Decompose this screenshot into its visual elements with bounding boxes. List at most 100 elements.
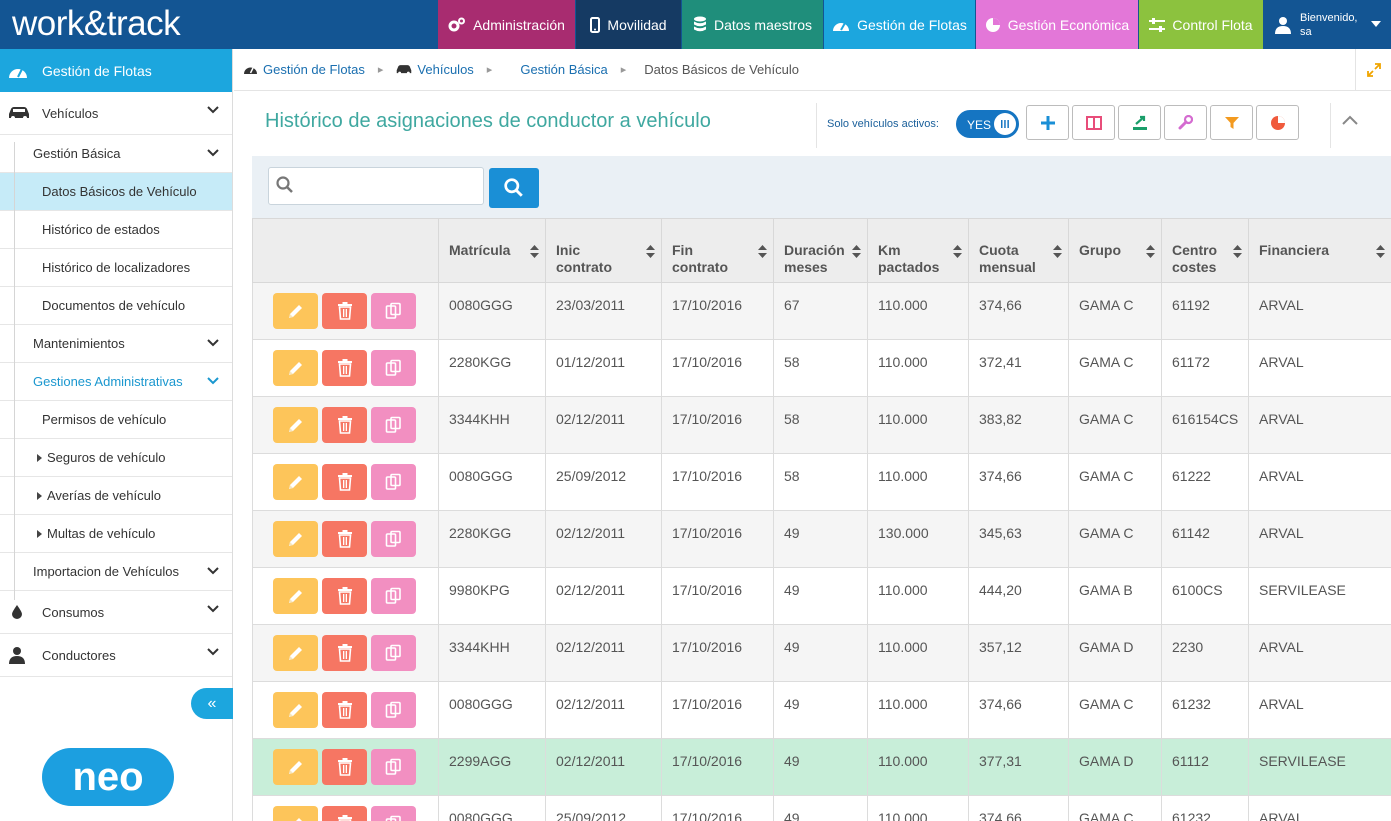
delete-button[interactable] xyxy=(322,635,367,671)
tab-gestion-economica[interactable]: Gestión Económica xyxy=(976,0,1138,49)
sidebar-item-datos-basicos[interactable]: Datos Básicos de Vehículo xyxy=(0,173,232,211)
sidebar-item-consumos[interactable]: Consumos xyxy=(0,591,232,634)
delete-button[interactable] xyxy=(322,806,367,821)
delete-button[interactable] xyxy=(322,464,367,500)
expand-button[interactable] xyxy=(1355,49,1391,91)
collapse-sidebar-button[interactable]: « xyxy=(191,688,233,719)
table-row[interactable]: 0080GGG 23/03/2011 17/10/2016 67 110.000 374,… xyxy=(252,282,1391,340)
copy-button[interactable] xyxy=(371,293,416,329)
delete-button[interactable] xyxy=(322,692,367,728)
table-cell: 02/12/2011 xyxy=(545,510,662,568)
column-header[interactable]: Centro costes xyxy=(1161,218,1249,283)
sidebar-item-historico-localizadores[interactable]: Histórico de localizadores xyxy=(0,249,232,287)
edit-button[interactable] xyxy=(273,350,318,386)
breadcrumb-gestion-flotas[interactable]: Gestión de Flotas xyxy=(243,62,365,77)
copy-button[interactable] xyxy=(371,464,416,500)
sidebar-item-documentos[interactable]: Documentos de vehículo xyxy=(0,287,232,325)
add-button[interactable] xyxy=(1026,105,1069,140)
active-vehicles-toggle[interactable]: YES xyxy=(956,110,1019,138)
search-input[interactable] xyxy=(268,167,484,205)
edit-button[interactable] xyxy=(273,806,318,821)
column-header[interactable]: Financiera xyxy=(1248,218,1391,283)
column-header[interactable]: Matrícula xyxy=(438,218,546,283)
chart-button[interactable] xyxy=(1256,105,1299,140)
column-header[interactable]: Duración meses xyxy=(773,218,868,283)
column-label: Fin contrato xyxy=(672,242,728,275)
table-cell: 17/10/2016 xyxy=(661,339,774,397)
sidebar-item-gestiones-administrativas[interactable]: Gestiones Administrativas xyxy=(0,363,232,401)
tab-control-flota[interactable]: Control Flota xyxy=(1139,0,1263,49)
copy-button[interactable] xyxy=(371,749,416,785)
edit-button[interactable] xyxy=(273,407,318,443)
tab-movilidad[interactable]: Movilidad xyxy=(576,0,681,49)
delete-button[interactable] xyxy=(322,350,367,386)
user-icon xyxy=(1275,16,1291,34)
copy-button[interactable] xyxy=(371,578,416,614)
settings-button[interactable] xyxy=(1164,105,1207,140)
copy-button[interactable] xyxy=(371,635,416,671)
expand-icon xyxy=(1366,63,1381,77)
edit-button[interactable] xyxy=(273,692,318,728)
table-cell: 2280KGG xyxy=(438,510,546,568)
copy-button[interactable] xyxy=(371,806,416,821)
sort-icon xyxy=(852,245,861,258)
tab-datos-maestros[interactable]: Datos maestros xyxy=(682,0,823,49)
sidebar-item-label: Importacion de Vehículos xyxy=(33,564,179,579)
delete-button[interactable] xyxy=(322,407,367,443)
breadcrumb-gestion-basica[interactable]: Gestión Básica xyxy=(520,62,607,77)
sidebar-item-historico-estados[interactable]: Histórico de estados xyxy=(0,211,232,249)
copy-button[interactable] xyxy=(371,692,416,728)
table-row[interactable]: 2280KGG 02/12/2011 17/10/2016 49 130.000 345,… xyxy=(252,510,1391,568)
copy-button[interactable] xyxy=(371,407,416,443)
table-row[interactable]: 3344KHH 02/12/2011 17/10/2016 58 110.000 383,… xyxy=(252,396,1391,454)
sidebar-item-vehiculos[interactable]: Vehículos xyxy=(0,92,232,135)
sidebar-item-importacion[interactable]: Importacion de Vehículos xyxy=(0,553,232,591)
edit-button[interactable] xyxy=(273,578,318,614)
table-row[interactable]: 2299AGG 02/12/2011 17/10/2016 49 110.000 377,… xyxy=(252,738,1391,796)
edit-button[interactable] xyxy=(273,635,318,671)
copy-button[interactable] xyxy=(371,521,416,557)
sidebar: Gestión de Flotas Vehículos Gestión Bási… xyxy=(0,49,233,821)
search-button[interactable] xyxy=(489,168,539,208)
pencil-icon xyxy=(288,419,302,432)
column-header[interactable]: Cuota mensual xyxy=(968,218,1069,283)
table-row[interactable]: 9980KPG 02/12/2011 17/10/2016 49 110.000 444,… xyxy=(252,567,1391,625)
tab-gestion-de-flotas[interactable]: Gestión de Flotas xyxy=(824,0,975,49)
chevron-up-icon[interactable] xyxy=(1342,115,1358,125)
sidebar-item-averias[interactable]: Averías de vehículo xyxy=(0,477,232,515)
edit-button[interactable] xyxy=(273,749,318,785)
filter-button[interactable] xyxy=(1210,105,1253,140)
copy-button[interactable] xyxy=(371,350,416,386)
sidebar-item-mantenimientos[interactable]: Mantenimientos xyxy=(0,325,232,363)
sidebar-item-multas[interactable]: Multas de vehículo xyxy=(0,515,232,553)
table-cell: 49 xyxy=(773,795,868,821)
delete-button[interactable] xyxy=(322,521,367,557)
sidebar-item-permisos[interactable]: Permisos de vehículo xyxy=(0,401,232,439)
delete-button[interactable] xyxy=(322,578,367,614)
edit-button[interactable] xyxy=(273,521,318,557)
table-row[interactable]: 0080GGG 25/09/2012 17/10/2016 58 110.000 374,… xyxy=(252,453,1391,511)
column-header[interactable]: Grupo xyxy=(1068,218,1162,283)
user-menu[interactable]: Bienvenido, sa xyxy=(1264,0,1391,49)
table-row[interactable]: 3344KHH 02/12/2011 17/10/2016 49 110.000 357,… xyxy=(252,624,1391,682)
delete-button[interactable] xyxy=(322,749,367,785)
column-header[interactable]: Fin contrato xyxy=(661,218,774,283)
sidebar-header[interactable]: Gestión de Flotas xyxy=(0,49,232,92)
delete-button[interactable] xyxy=(322,293,367,329)
column-header[interactable]: Km pactados xyxy=(867,218,969,283)
table-row[interactable]: 0080GGG 02/12/2011 17/10/2016 49 110.000 374,… xyxy=(252,681,1391,739)
edit-button[interactable] xyxy=(273,293,318,329)
tab-administracion[interactable]: Administración xyxy=(438,0,575,49)
columns-button[interactable] xyxy=(1072,105,1115,140)
sidebar-item-gestion-basica[interactable]: Gestión Básica xyxy=(0,135,232,173)
table-row[interactable]: 2280KGG 01/12/2011 17/10/2016 58 110.000 372,… xyxy=(252,339,1391,397)
column-header[interactable]: Inic contrato xyxy=(545,218,662,283)
sidebar-item-seguros[interactable]: Seguros de vehículo xyxy=(0,439,232,477)
sidebar-item-conductores[interactable]: Conductores xyxy=(0,634,232,677)
edit-button[interactable] xyxy=(273,464,318,500)
export-button[interactable] xyxy=(1118,105,1161,140)
pencil-icon xyxy=(288,704,302,717)
table-row[interactable]: 0080GGG 25/09/2012 17/10/2016 49 110.000 374,… xyxy=(252,795,1391,821)
chevron-down-icon xyxy=(207,149,219,157)
breadcrumb-vehiculos[interactable]: Vehículos xyxy=(396,62,474,77)
